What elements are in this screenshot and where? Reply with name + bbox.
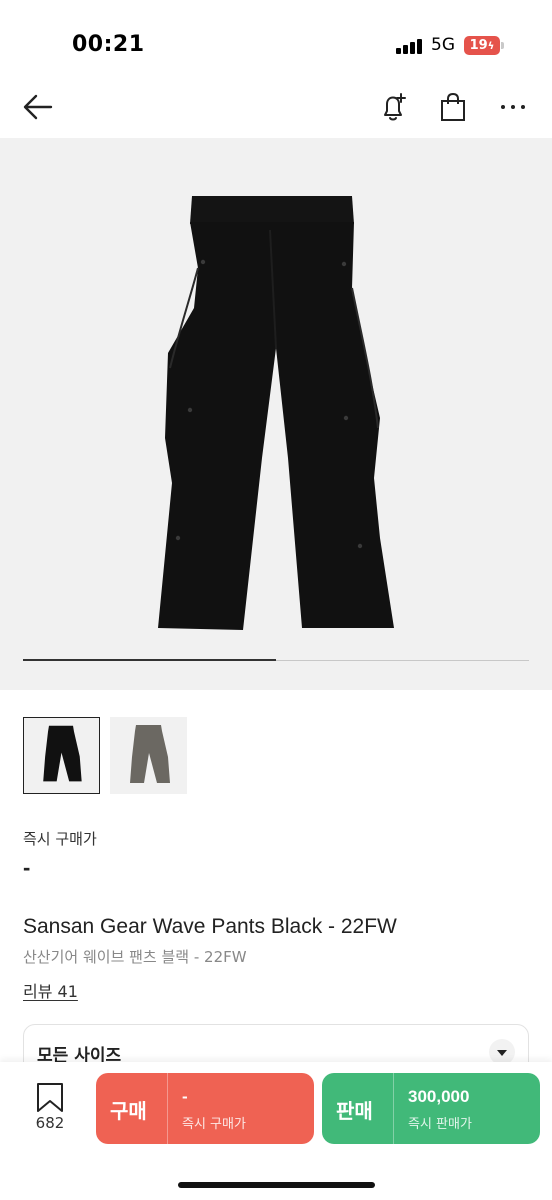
thumbnail-grey[interactable]	[110, 717, 187, 794]
sell-button[interactable]: 판매 300,000 즉시 판매가	[322, 1073, 540, 1144]
shopping-bag-icon[interactable]	[436, 90, 470, 124]
review-link[interactable]: 리뷰 41	[23, 978, 78, 1002]
buy-button-sub-label: 즉시 구매가	[182, 1117, 246, 1132]
bottom-action-bar: 682 구매 - 즉시 구매가 판매 300,000 즉시 판매가	[0, 1062, 552, 1200]
buy-button[interactable]: 구매 - 즉시 구매가	[96, 1073, 314, 1144]
bell-plus-icon[interactable]	[377, 90, 411, 124]
nav-bar	[0, 80, 552, 136]
status-time: 00:21	[72, 32, 145, 57]
home-indicator	[178, 1182, 375, 1188]
network-type: 5G	[431, 35, 455, 55]
thumbnail-grey-image	[130, 725, 170, 783]
bookmark-icon	[37, 1083, 63, 1112]
gallery-progress-fill	[23, 659, 276, 661]
product-title-en: Sansan Gear Wave Pants Black - 22FW	[23, 915, 397, 938]
sell-button-label: 판매	[336, 1099, 373, 1123]
product-title-ko: 산산기어 웨이브 팬츠 블랙 - 22FW	[23, 948, 247, 966]
thumbnail-black-image	[43, 725, 82, 782]
battery-level: 19	[469, 38, 488, 53]
wish-count: 682	[35, 1114, 65, 1132]
status-bar: 00:21 5G 19ϟ	[0, 0, 552, 80]
more-icon[interactable]	[496, 90, 530, 124]
sell-button-divider	[393, 1073, 394, 1144]
sell-button-sub-label: 즉시 판매가	[408, 1117, 472, 1132]
battery-tip	[501, 42, 504, 49]
product-image-gallery[interactable]	[0, 138, 552, 690]
buy-button-price: -	[182, 1087, 188, 1106]
instant-buy-price: -	[23, 855, 31, 880]
product-image	[158, 196, 394, 630]
sell-button-price: 300,000	[408, 1087, 470, 1106]
thumbnail-black[interactable]	[23, 717, 100, 794]
instant-buy-price-label: 즉시 구매가	[23, 830, 97, 848]
buy-button-divider	[167, 1073, 168, 1144]
buy-button-label: 구매	[110, 1099, 147, 1123]
back-arrow-icon[interactable]	[21, 90, 55, 124]
wish-button[interactable]: 682	[28, 1082, 72, 1142]
signal-icon	[396, 38, 424, 54]
battery-icon: 19ϟ	[464, 36, 500, 55]
